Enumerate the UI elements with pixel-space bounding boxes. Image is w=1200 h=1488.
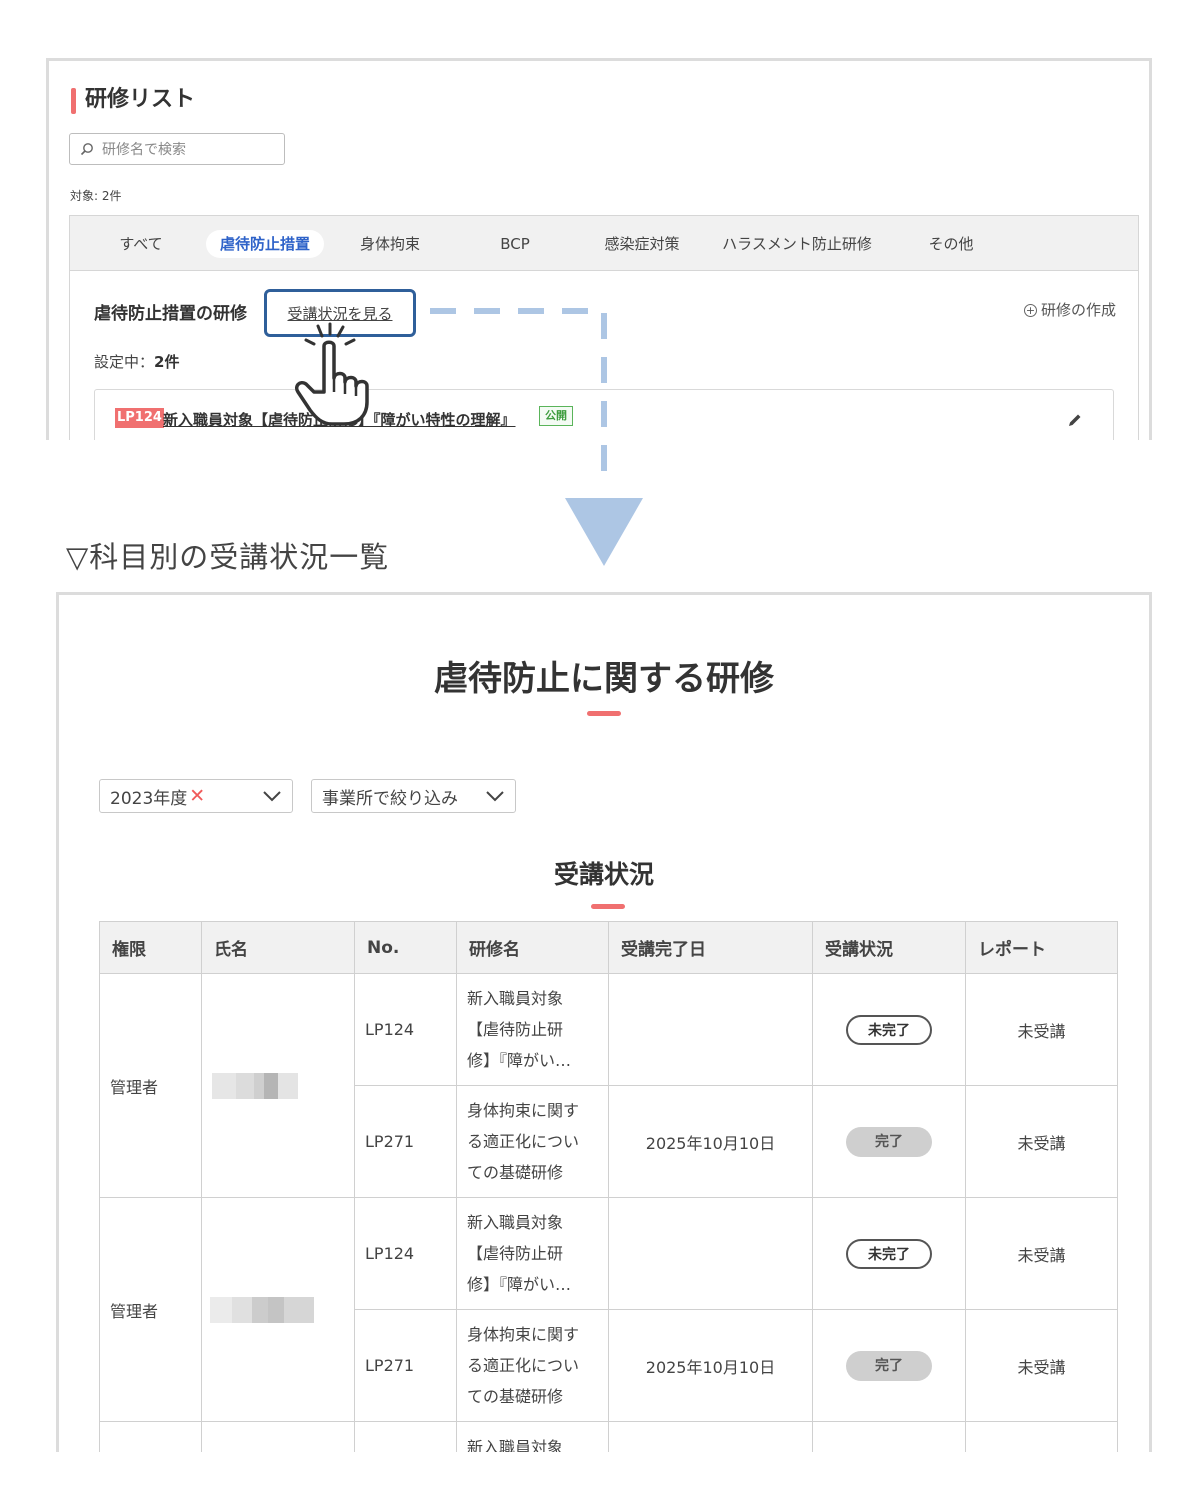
name-cell xyxy=(201,1421,355,1452)
section-caption: ▽科目別の受講状況一覧 xyxy=(66,540,390,574)
course-title-line: ての基礎研修 xyxy=(467,1163,564,1182)
report-cell: 未受講 xyxy=(965,973,1118,1086)
status-badge: 未完了 xyxy=(846,1014,932,1045)
report-cell xyxy=(965,1421,1118,1452)
report-cell: 未受講 xyxy=(965,1197,1118,1310)
course-title-line: 身体拘束に関す xyxy=(467,1101,580,1120)
status-badge: 完了 xyxy=(846,1350,932,1381)
title-underline xyxy=(587,711,621,716)
table-row: 新入職員対象 xyxy=(99,1421,1118,1452)
down-arrow-icon xyxy=(565,498,643,566)
name-cell xyxy=(201,973,355,1198)
course-title-cell: 新入職員対象 xyxy=(456,1421,609,1452)
flow-connector xyxy=(430,308,643,566)
course-title-line: 身体拘束に関す xyxy=(467,1325,580,1344)
status-cell: 未完了 xyxy=(812,1197,966,1310)
course-no-cell xyxy=(354,1421,457,1452)
report-cell: 未受講 xyxy=(965,1085,1118,1198)
completed-date-cell xyxy=(608,1421,813,1452)
course-title-cell: 身体拘束に関す る適正化につい ての基礎研修 xyxy=(456,1085,609,1198)
name-cell xyxy=(201,1197,355,1422)
course-title-cell: 身体拘束に関す る適正化につい ての基礎研修 xyxy=(456,1309,609,1422)
role-cell xyxy=(99,1421,202,1452)
chevron-down-icon xyxy=(263,791,281,802)
training-title: 虐待防止に関する研修 xyxy=(434,659,774,699)
col-role: 権限 xyxy=(99,921,202,974)
course-no-cell: LP271 xyxy=(354,1085,457,1198)
year-select[interactable]: 2023年度 ✕ xyxy=(99,779,293,813)
col-status: 受講状況 xyxy=(812,921,966,974)
course-title-line: 修】『障がい… xyxy=(467,1275,572,1294)
year-select-value: 2023年度 xyxy=(110,788,188,809)
blurred-name xyxy=(210,1296,314,1323)
blurred-name xyxy=(212,1072,298,1099)
status-cell: 未完了 xyxy=(812,973,966,1086)
status-cell: 完了 xyxy=(812,1085,966,1198)
status-badge: 完了 xyxy=(846,1126,932,1157)
course-title-line: 新入職員対象 xyxy=(467,1438,564,1452)
report-cell: 未受講 xyxy=(965,1309,1118,1422)
course-title-cell: 新入職員対象 【虐待防止研 修】『障がい… xyxy=(456,973,609,1086)
completed-date-cell: 2025年10月10日 xyxy=(608,1309,813,1422)
status-underline xyxy=(591,904,625,909)
office-filter-value: 事業所で絞り込み xyxy=(322,788,458,809)
course-title-line: ての基礎研修 xyxy=(467,1387,564,1406)
chevron-down-icon xyxy=(486,791,504,802)
col-name: 氏名 xyxy=(201,921,355,974)
course-title-line: 【虐待防止研 xyxy=(467,1020,564,1039)
course-title-line: 新入職員対象 xyxy=(467,989,564,1008)
role-cell: 管理者 xyxy=(99,973,202,1198)
course-no-cell: LP124 xyxy=(354,973,457,1086)
course-title-line: る適正化につい xyxy=(467,1356,580,1375)
course-title-line: 修】『障がい… xyxy=(467,1051,572,1070)
status-heading: 受講状況 xyxy=(553,860,654,889)
completed-date-cell xyxy=(608,1197,813,1310)
course-no-cell: LP271 xyxy=(354,1309,457,1422)
status-cell xyxy=(812,1421,966,1452)
table-row: 管理者 LP124 新入職員対象 【虐待防止研 修】『障がい… 未完了 未受講 xyxy=(99,1197,1118,1422)
course-title-cell: 新入職員対象 【虐待防止研 修】『障がい… xyxy=(456,1197,609,1310)
col-report: レポート xyxy=(965,921,1118,974)
table-header: 権限 氏名 No. 研修名 受講完了日 受講状況 レポート xyxy=(99,921,1118,974)
status-badge: 未完了 xyxy=(846,1238,932,1269)
col-no: No. xyxy=(354,921,457,974)
clear-year-button[interactable]: ✕ xyxy=(189,785,205,807)
training-status-panel: 虐待防止に関する研修 2023年度 ✕ 事業所で絞り込み 受講状況 権限 氏名 … xyxy=(56,592,1152,1452)
office-filter-select[interactable]: 事業所で絞り込み xyxy=(311,779,516,813)
status-table: 権限 氏名 No. 研修名 受講完了日 受講状況 レポート 管理者 LP124 … xyxy=(99,921,1118,1452)
course-no-cell: LP124 xyxy=(354,1197,457,1310)
status-cell: 完了 xyxy=(812,1309,966,1422)
col-course: 研修名 xyxy=(456,921,609,974)
role-cell: 管理者 xyxy=(99,1197,202,1422)
course-title-line: 【虐待防止研 xyxy=(467,1244,564,1263)
course-title-line: 新入職員対象 xyxy=(467,1213,564,1232)
course-title-line: る適正化につい xyxy=(467,1132,580,1151)
completed-date-cell: 2025年10月10日 xyxy=(608,1085,813,1198)
completed-date-cell xyxy=(608,973,813,1086)
col-completed-date: 受講完了日 xyxy=(608,921,813,974)
table-row: 管理者 LP124 新入職員対象 【虐待防止研 修】『障がい… 未完了 未受講 xyxy=(99,973,1118,1198)
